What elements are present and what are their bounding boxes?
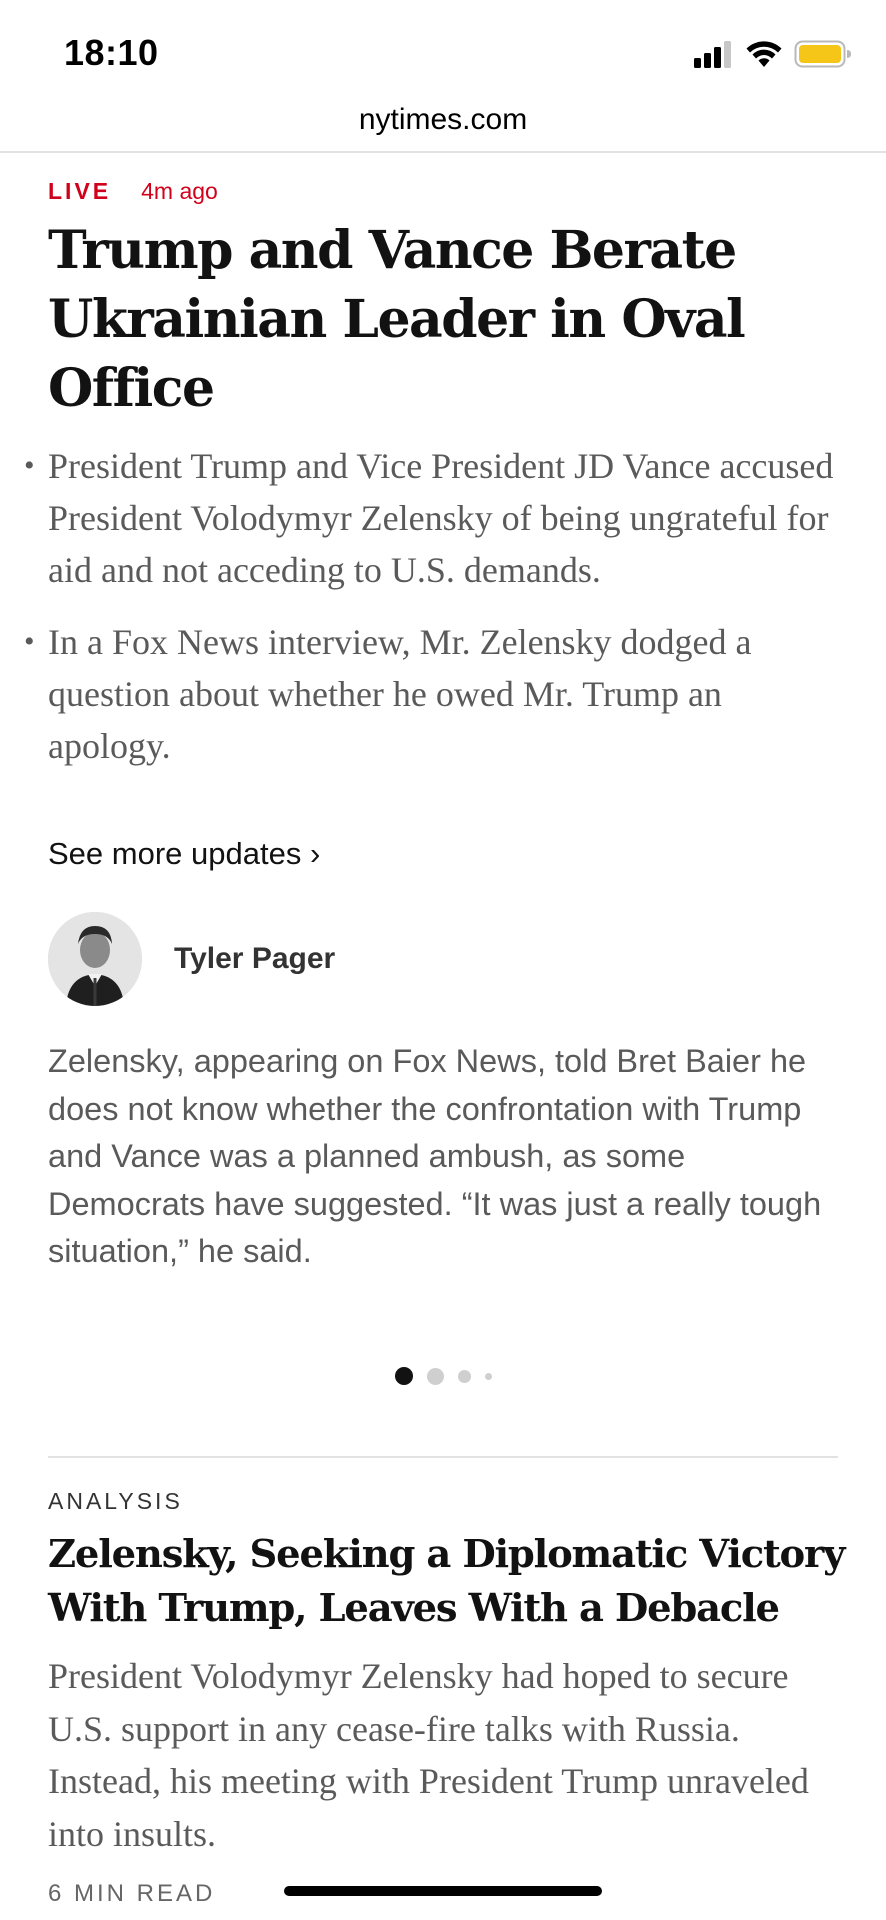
status-bar: 18:10 bbox=[0, 0, 886, 108]
battery-icon bbox=[794, 40, 851, 68]
screen: 18:10 nytimes.com LIVE 4m ago Trump and … bbox=[0, 0, 886, 1920]
live-row: LIVE 4m ago bbox=[48, 178, 218, 208]
story-summary[interactable]: President Volodymyr Zelensky had hoped t… bbox=[48, 1650, 848, 1860]
author-name: Tyler Pager bbox=[174, 942, 336, 975]
story-headline[interactable]: Zelensky, Seeking a Diplomatic Victory W… bbox=[48, 1528, 848, 1636]
status-icons bbox=[694, 36, 852, 72]
pager-dot[interactable] bbox=[394, 1367, 413, 1385]
bullet-text: In a Fox News interview, Mr. Zelensky do… bbox=[48, 622, 752, 766]
address-bar[interactable]: nytimes.com bbox=[0, 100, 886, 150]
bullet-icon: • bbox=[24, 449, 35, 482]
wifi-icon bbox=[746, 41, 782, 67]
pager-dot[interactable] bbox=[484, 1372, 492, 1380]
pager-dot[interactable] bbox=[426, 1367, 444, 1385]
live-label: LIVE bbox=[48, 178, 112, 204]
person-icon bbox=[48, 912, 142, 1006]
pager-dot[interactable] bbox=[457, 1369, 471, 1383]
list-item[interactable]: • President Trump and Vice President JD … bbox=[20, 440, 840, 596]
live-timestamp: 4m ago bbox=[141, 178, 218, 204]
update-body[interactable]: Zelensky, appearing on Fox News, told Br… bbox=[48, 1038, 848, 1276]
read-time: 6 MIN READ bbox=[48, 1880, 216, 1907]
home-indicator[interactable] bbox=[284, 1886, 602, 1896]
update-author[interactable]: Tyler Pager bbox=[48, 912, 335, 1006]
divider bbox=[48, 1456, 838, 1458]
cellular-signal-icon bbox=[694, 41, 731, 68]
see-more-updates-link[interactable]: See more updates › bbox=[48, 836, 320, 872]
divider bbox=[0, 151, 886, 153]
carousel-pager[interactable] bbox=[0, 1366, 886, 1386]
story-kicker: ANALYSIS bbox=[48, 1488, 183, 1514]
story-bullets: • President Trump and Vice President JD … bbox=[20, 440, 840, 792]
bullet-text: President Trump and Vice President JD Va… bbox=[48, 446, 834, 590]
list-item[interactable]: • In a Fox News interview, Mr. Zelensky … bbox=[20, 616, 840, 772]
status-time: 18:10 bbox=[64, 32, 159, 73]
story-headline[interactable]: Trump and Vance Berate Ukrainian Leader … bbox=[48, 216, 838, 423]
bullet-icon: • bbox=[24, 625, 35, 658]
avatar bbox=[48, 912, 142, 1006]
